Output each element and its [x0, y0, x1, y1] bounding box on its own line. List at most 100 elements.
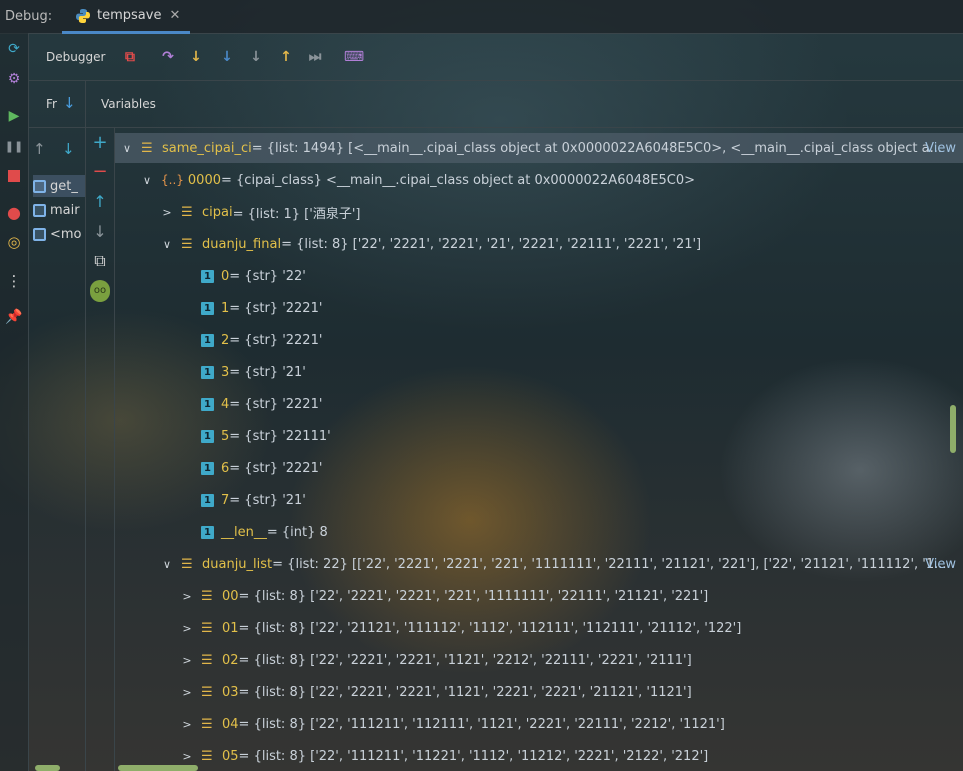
more-icon[interactable]: ⋮: [4, 271, 24, 291]
variable-value: = {str} '2221': [229, 460, 323, 476]
pin-icon[interactable]: 📌: [4, 307, 24, 327]
variable-value: = {list: 8} ['22', '111211', '11221', '1…: [238, 748, 709, 764]
variable-row[interactable]: > ☰ 02 = {list: 8} ['22', '2221', '2221', …: [115, 645, 963, 675]
variable-row[interactable]: > ☰ 04 = {list: 8} ['22', '111211', '11211…: [115, 709, 963, 739]
frame-icon: [33, 203, 46, 217]
pause-icon[interactable]: ❚❚: [4, 136, 24, 156]
frame-item[interactable]: <mo: [33, 223, 85, 245]
panel-divider[interactable]: [85, 81, 86, 127]
primitive-type-icon: 1: [201, 301, 214, 315]
variable-row[interactable]: > ☰ 00 = {list: 8} ['22', '2221', '2221', …: [115, 581, 963, 611]
chevron-right-icon[interactable]: >: [181, 590, 193, 603]
variable-row[interactable]: > ☰ 01 = {list: 8} ['22', '21121', '111112…: [115, 613, 963, 643]
variable-name: 1: [221, 300, 230, 316]
variable-row[interactable]: 14 = {str} '2221': [115, 389, 963, 419]
variable-row[interactable]: 1 __len__ = {int} 8: [115, 517, 963, 547]
stop-icon[interactable]: [4, 166, 24, 186]
add-watch-icon[interactable]: +: [90, 132, 110, 153]
list-type-icon: ☰: [181, 204, 193, 220]
variable-name: 6: [221, 460, 230, 476]
run-to-cursor-icon[interactable]: ⏭: [306, 48, 324, 66]
variable-value: = {str} '22111': [229, 428, 331, 444]
chevron-right-icon[interactable]: >: [181, 686, 193, 699]
step-into-my-code-icon[interactable]: ↓: [218, 48, 236, 66]
remove-watch-icon[interactable]: −: [90, 161, 110, 182]
frames-horizontal-scrollbar[interactable]: [35, 765, 60, 771]
debugger-tab-label[interactable]: Debugger: [46, 50, 105, 64]
frame-item[interactable]: get_: [33, 175, 85, 197]
chevron-right-icon[interactable]: >: [181, 718, 193, 731]
next-frame-icon[interactable]: ↓: [62, 140, 75, 158]
chevron-down-icon[interactable]: ∨: [141, 174, 153, 187]
chevron-right-icon[interactable]: >: [181, 654, 193, 667]
list-type-icon: ☰: [141, 140, 153, 156]
chevron-right-icon[interactable]: >: [161, 206, 173, 219]
step-over-icon[interactable]: ↷: [159, 48, 177, 66]
list-type-icon: ☰: [201, 620, 213, 636]
chevron-right-icon[interactable]: >: [181, 750, 193, 763]
show-execution-point-icon[interactable]: ⧉: [121, 48, 139, 66]
list-type-icon: ☰: [181, 236, 193, 252]
list-type-icon: ☰: [201, 588, 213, 604]
variable-value: = {str} '2221': [229, 396, 323, 412]
variable-value: = {str} '2221': [229, 332, 323, 348]
move-down-icon[interactable]: ↓: [90, 221, 110, 241]
variable-row[interactable]: > ☰ cipai = {list: 1} ['酒泉子']: [115, 197, 963, 227]
frame-item[interactable]: mair: [33, 199, 85, 221]
rerun-icon[interactable]: ⟳: [4, 39, 24, 59]
variable-value: = {str} '2221': [229, 300, 323, 316]
mute-breakpoints-icon[interactable]: ◎: [4, 232, 24, 252]
chevron-right-icon[interactable]: >: [181, 622, 193, 635]
step-out-icon[interactable]: ↑: [277, 48, 295, 66]
variable-name: duanju_list: [202, 556, 273, 572]
evaluate-expression-icon[interactable]: ⌨: [344, 48, 364, 66]
variable-name: same_cipai_ci: [162, 140, 252, 156]
close-icon[interactable]: ✕: [169, 8, 180, 23]
resume-icon[interactable]: ▶: [4, 106, 24, 126]
variable-row[interactable]: > ☰ 03 = {list: 8} ['22', '2221', '2221', …: [115, 677, 963, 707]
copy-icon[interactable]: ⧉: [90, 251, 110, 271]
show-values-icon[interactable]: oo: [90, 280, 110, 302]
frames-tab-label[interactable]: Fr: [46, 97, 57, 111]
frame-label: mair: [50, 202, 80, 218]
horizontal-scrollbar[interactable]: [118, 765, 198, 771]
variable-row[interactable]: ∨ ☰ same_cipai_ci = {list: 1494} [<__main_…: [115, 133, 963, 163]
step-into-icon[interactable]: ↓: [187, 48, 205, 66]
force-step-into-icon[interactable]: ↓: [247, 48, 265, 66]
variable-row[interactable]: ∨ ☰ duanju_list = {list: 22} [['22', '2221…: [115, 549, 963, 579]
variable-row[interactable]: > ☰ 05 = {list: 8} ['22', '111211', '11221…: [115, 741, 963, 771]
variable-row[interactable]: 16 = {str} '2221': [115, 453, 963, 483]
variable-name: 5: [221, 428, 230, 444]
variable-value: = {list: 8} ['22', '21121', '111112', '1…: [238, 620, 742, 636]
view-link[interactable]: View: [925, 141, 956, 156]
arrow-down-icon[interactable]: ↓: [63, 94, 76, 112]
variable-row[interactable]: ∨ {..} 0000 = {cipai_class} <__main__.cipa…: [115, 165, 963, 195]
variable-row[interactable]: 12 = {str} '2221': [115, 325, 963, 355]
settings-icon[interactable]: ⚙: [4, 69, 24, 89]
variable-row[interactable]: 10 = {str} '22': [115, 261, 963, 291]
tab-tempsave[interactable]: tempsave ✕: [62, 0, 190, 34]
view-link[interactable]: View: [925, 557, 956, 572]
move-up-icon[interactable]: ↑: [90, 191, 110, 211]
previous-frame-icon[interactable]: ↑: [33, 140, 46, 158]
variable-row[interactable]: 17 = {str} '21': [115, 485, 963, 515]
variable-value: = {str} '22': [229, 268, 306, 284]
chevron-down-icon[interactable]: ∨: [161, 558, 173, 571]
variable-name: 00: [222, 588, 239, 604]
chevron-down-icon[interactable]: ∨: [121, 142, 133, 155]
variable-row[interactable]: 11 = {str} '2221': [115, 293, 963, 323]
variable-row[interactable]: 13 = {str} '21': [115, 357, 963, 387]
vertical-scrollbar[interactable]: [950, 405, 956, 453]
variable-name: 01: [222, 620, 239, 636]
variable-value: = {list: 8} ['22', '2221', '2221', '221'…: [238, 588, 709, 604]
variable-row[interactable]: ∨ ☰ duanju_final = {list: 8} ['22', '2221'…: [115, 229, 963, 259]
variable-row[interactable]: 15 = {str} '22111': [115, 421, 963, 451]
variable-name: 0: [221, 268, 230, 284]
chevron-down-icon[interactable]: ∨: [161, 238, 173, 251]
debug-left-toolbar: ⟳ ⚙ ▶ ❚❚ ● ◎ ⋮ 📌: [0, 33, 29, 771]
primitive-type-icon: 1: [201, 397, 214, 411]
variable-name: __len__: [221, 524, 267, 540]
primitive-type-icon: 1: [201, 333, 214, 347]
list-type-icon: ☰: [201, 652, 213, 668]
breakpoints-icon[interactable]: ●: [4, 202, 24, 222]
